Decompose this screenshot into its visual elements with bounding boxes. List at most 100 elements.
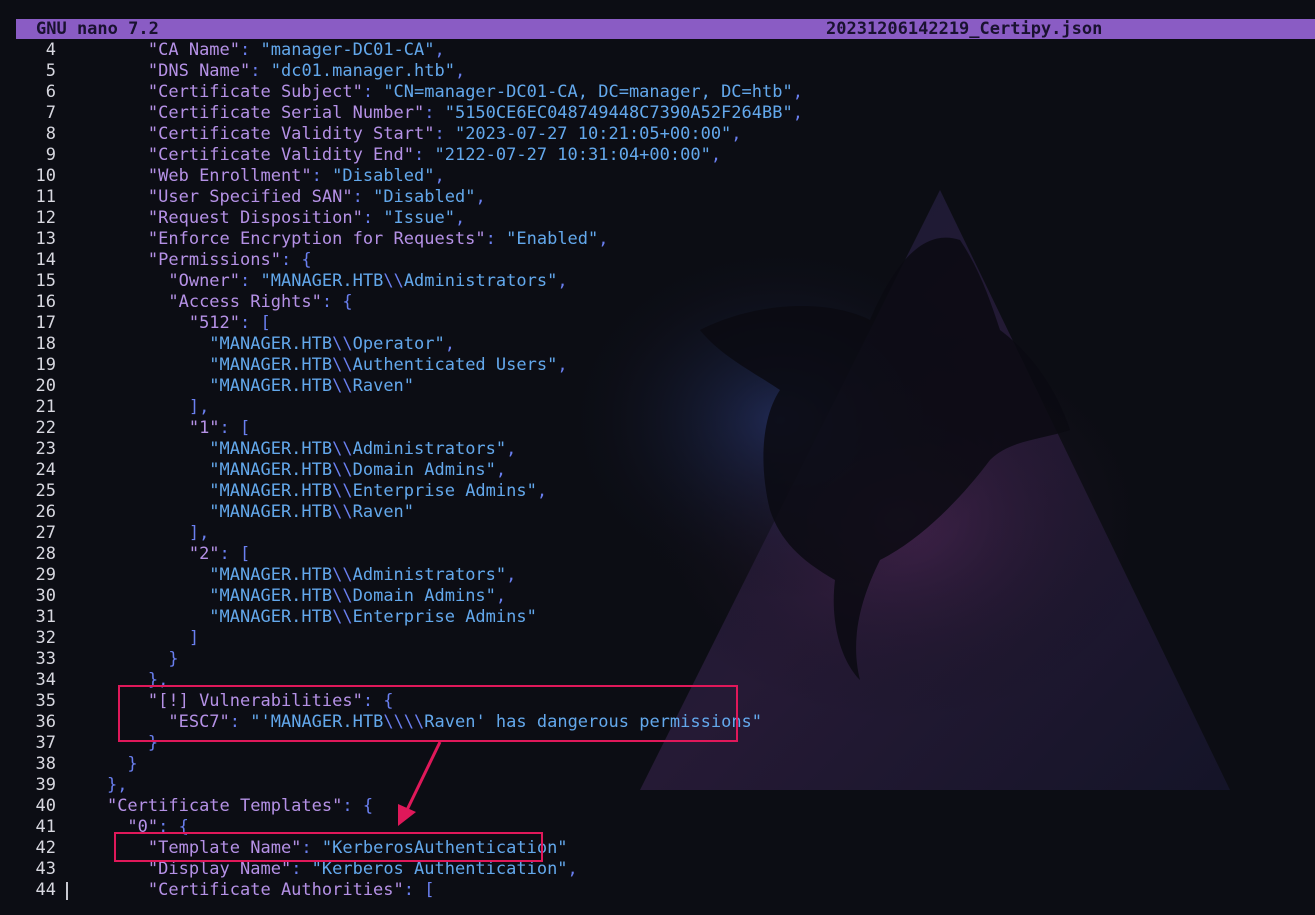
- json-punctuation: :: [434, 124, 455, 144]
- code-line: 33 }: [0, 649, 1315, 670]
- code-line: 40 "Certificate Templates": {: [0, 796, 1315, 817]
- line-code: "[!] Vulnerabilities": {: [66, 691, 394, 712]
- line-code: "MANAGER.HTB\\Authenticated Users",: [66, 355, 567, 376]
- json-punctuation: ,: [506, 565, 517, 585]
- code-line: 20 "MANAGER.HTB\\Raven": [0, 376, 1315, 397]
- line-code: "DNS Name": "dc01.manager.htb",: [66, 61, 465, 82]
- json-punctuation: :: [424, 103, 445, 123]
- line-code: ],: [66, 397, 209, 418]
- line-code: "MANAGER.HTB\\Enterprise Admins",: [66, 481, 547, 502]
- json-punctuation: ,: [598, 229, 609, 249]
- json-string: Administrators": [352, 565, 507, 585]
- line-code: "Certificate Serial Number": "5150CE6EC0…: [66, 103, 803, 124]
- app-version-label: GNU nano 7.2: [36, 19, 159, 39]
- line-code: "2": [: [66, 544, 250, 565]
- line-number: 13: [35, 229, 56, 249]
- json-punctuation: \\: [332, 565, 353, 585]
- line-code: "MANAGER.HTB\\Enterprise Admins": [66, 607, 537, 628]
- json-key: "DNS Name": [147, 61, 251, 81]
- code-line: 23 "MANAGER.HTB\\Administrators",: [0, 439, 1315, 460]
- json-punctuation: ]: [188, 628, 200, 648]
- json-key: "Certificate Serial Number": [147, 103, 425, 123]
- json-string: "MANAGER.HTB: [209, 502, 333, 522]
- line-code: "ESC7": "'MANAGER.HTB\\\\Raven' has dang…: [66, 712, 762, 733]
- json-key: "CA Name": [147, 40, 241, 60]
- line-number: 36: [35, 712, 56, 732]
- json-punctuation: },: [147, 670, 169, 690]
- json-punctuation: :: [250, 61, 271, 81]
- line-number: 5: [45, 61, 56, 81]
- json-punctuation: : {: [362, 691, 394, 711]
- json-string: "5150CE6EC048749448C7390A52F264BB": [444, 103, 793, 123]
- line-number: 43: [35, 859, 56, 879]
- json-string: Operator": [352, 334, 445, 354]
- code-line: 34 },: [0, 670, 1315, 691]
- json-string: "MANAGER.HTB: [209, 376, 333, 396]
- line-number: 18: [35, 334, 56, 354]
- json-punctuation: ,: [495, 586, 507, 606]
- json-key: "0": [127, 817, 159, 837]
- json-string: "MANAGER.HTB: [209, 439, 333, 459]
- json-punctuation: \\: [332, 607, 353, 627]
- json-key: "Certificate Validity Start": [147, 124, 435, 144]
- line-number: 23: [35, 439, 56, 459]
- json-string: "KerberosAuthentication": [321, 838, 568, 858]
- line-code: "0": {: [66, 817, 189, 838]
- code-line: 31 "MANAGER.HTB\\Enterprise Admins": [0, 607, 1315, 628]
- json-punctuation: \\\\: [383, 712, 425, 732]
- json-punctuation: : {: [280, 250, 312, 270]
- json-punctuation: : {: [158, 817, 189, 837]
- line-code: "Web Enrollment": "Disabled",: [66, 166, 445, 187]
- code-line: 41 "0": {: [0, 817, 1315, 838]
- json-string: Domain Admins": [352, 586, 496, 606]
- json-string: "Enabled": [506, 229, 599, 249]
- code-line: 17 "512": [: [0, 313, 1315, 334]
- line-code: "CA Name": "manager-DC01-CA",: [66, 40, 445, 61]
- json-string: "manager-DC01-CA": [260, 40, 435, 60]
- line-code: "User Specified SAN": "Disabled",: [66, 187, 486, 208]
- json-string: "Disabled": [332, 166, 435, 186]
- line-code: }: [66, 733, 158, 754]
- json-punctuation: \\: [332, 460, 353, 480]
- code-line: 42 "Template Name": "KerberosAuthenticat…: [0, 838, 1315, 859]
- line-number: 22: [35, 418, 56, 438]
- code-line: 14 "Permissions": {: [0, 250, 1315, 271]
- json-string: "dc01.manager.htb": [270, 61, 455, 81]
- json-string: Enterprise Admins": [352, 607, 537, 627]
- json-key: "Access Rights": [168, 292, 322, 312]
- json-string: "2122-07-27 10:31:04+00:00": [434, 145, 711, 165]
- json-punctuation: ,: [495, 460, 507, 480]
- line-code: ]: [66, 628, 199, 649]
- line-code: "MANAGER.HTB\\Administrators",: [66, 439, 516, 460]
- json-key: "2": [188, 544, 220, 564]
- line-number: 32: [35, 628, 56, 648]
- code-line: 44 "Certificate Authorities": [: [0, 880, 1315, 901]
- line-code: "Certificate Authorities": [: [66, 880, 435, 901]
- code-line: 7 "Certificate Serial Number": "5150CE6E…: [0, 103, 1315, 124]
- line-number: 7: [45, 103, 56, 123]
- code-line: 12 "Request Disposition": "Issue",: [0, 208, 1315, 229]
- json-punctuation: :: [362, 82, 384, 102]
- json-key: "[!] Vulnerabilities": [147, 691, 363, 711]
- json-string: Raven": [352, 502, 415, 522]
- json-key: "Certificate Subject": [147, 82, 363, 102]
- line-code: "MANAGER.HTB\\Operator",: [66, 334, 455, 355]
- code-line: 19 "MANAGER.HTB\\Authenticated Users",: [0, 355, 1315, 376]
- json-punctuation: ,: [536, 481, 548, 501]
- line-code: "MANAGER.HTB\\Raven": [66, 376, 414, 397]
- json-punctuation: :: [362, 208, 384, 228]
- json-key: "Certificate Templates": [106, 796, 343, 816]
- json-punctuation: \\: [332, 376, 353, 396]
- line-number: 10: [35, 166, 56, 186]
- json-punctuation: ,: [710, 145, 722, 165]
- json-string: Enterprise Admins": [352, 481, 537, 501]
- code-line: 32 ]: [0, 628, 1315, 649]
- line-number: 25: [35, 481, 56, 501]
- code-line: 38 }: [0, 754, 1315, 775]
- code-line: 43 "Display Name": "Kerberos Authenticat…: [0, 859, 1315, 880]
- editor-text-area[interactable]: 4 "CA Name": "manager-DC01-CA", 5 "DNS Na…: [0, 40, 1315, 901]
- json-string: "MANAGER.HTB: [209, 565, 333, 585]
- line-number: 42: [35, 838, 56, 858]
- line-code: "MANAGER.HTB\\Domain Admins",: [66, 586, 506, 607]
- json-key: "1": [188, 418, 220, 438]
